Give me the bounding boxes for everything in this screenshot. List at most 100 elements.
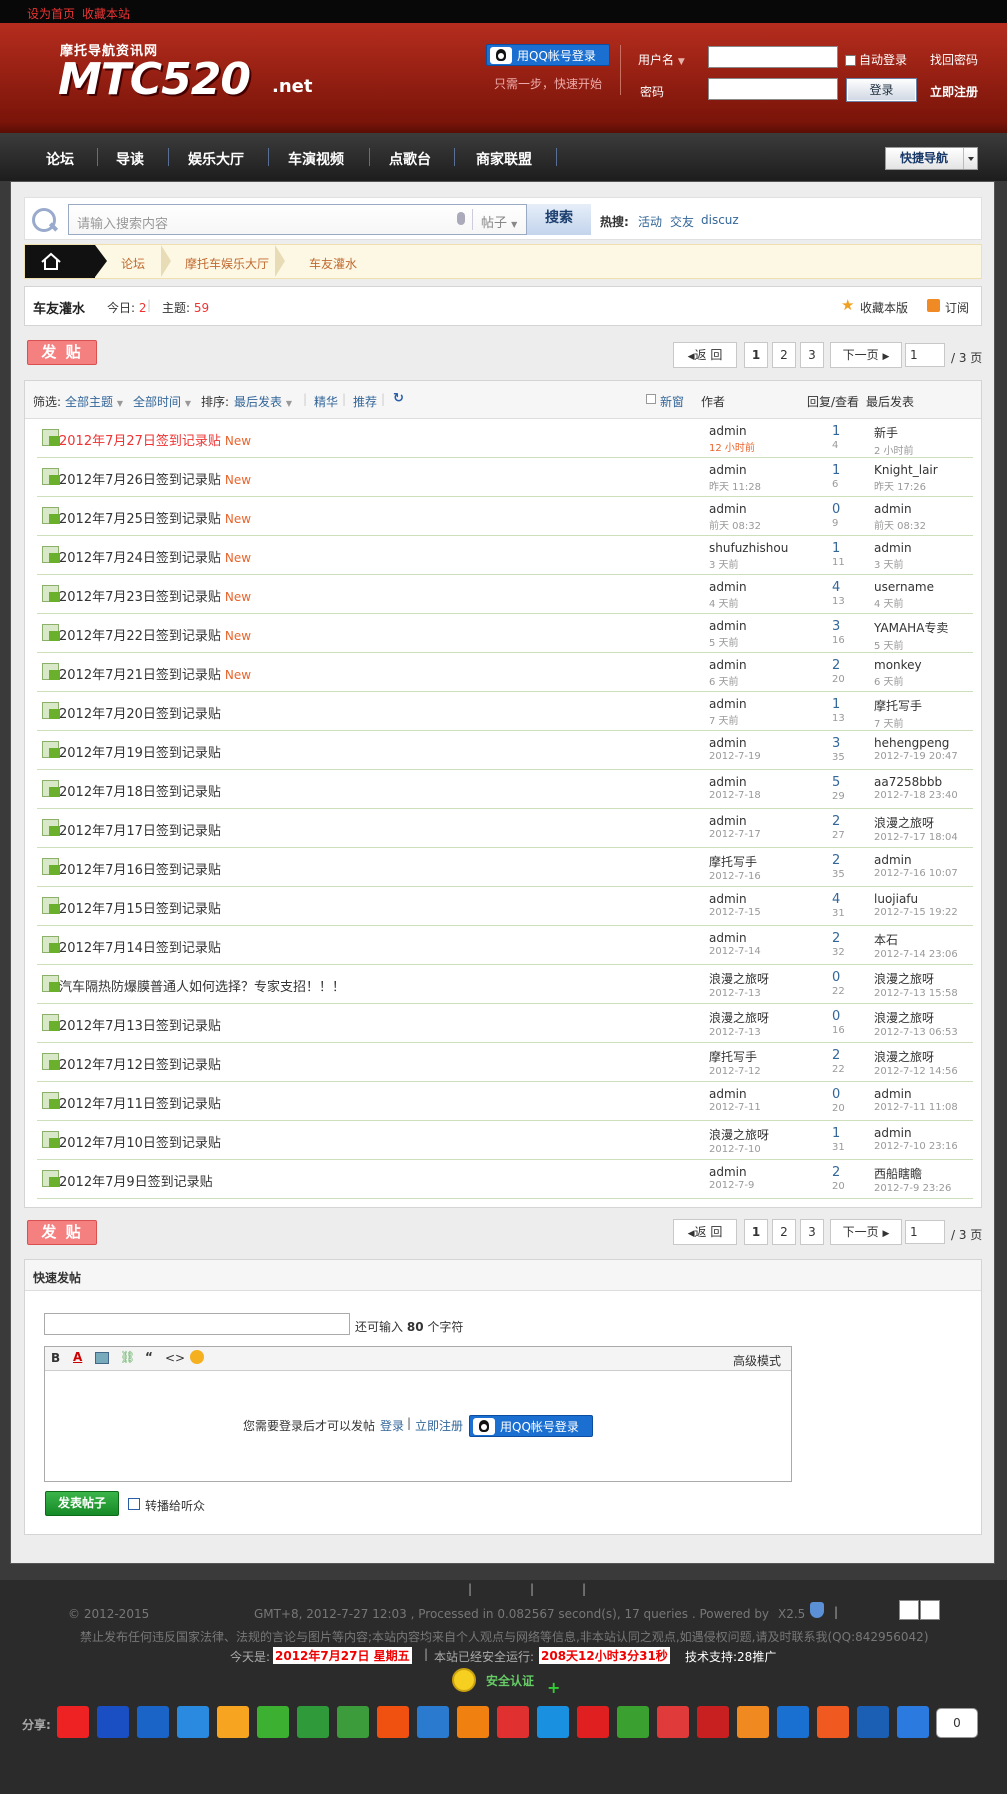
nav-item-entertainment[interactable]: 娱乐大厅 bbox=[188, 149, 244, 169]
reply-count[interactable]: 1 bbox=[832, 1126, 845, 1141]
reply-count[interactable]: 2 bbox=[832, 931, 845, 946]
new-post-button[interactable]: 发 贴 bbox=[27, 340, 97, 365]
thread-title-text[interactable]: 2012年7月11日签到记录贴 bbox=[59, 1097, 221, 1112]
qq-login-button[interactable]: 用QQ帐号登录 bbox=[486, 44, 610, 66]
author-name[interactable]: 浪漫之旅呀 bbox=[709, 1009, 769, 1026]
last-poster[interactable]: Knight_lair bbox=[874, 463, 938, 477]
reply-count[interactable]: 4 bbox=[832, 580, 845, 595]
last-poster[interactable]: luojiafu bbox=[874, 892, 958, 906]
tianya-icon[interactable] bbox=[377, 1706, 409, 1738]
thread-title[interactable]: 2012年7月21日签到记录贴 New bbox=[59, 664, 251, 683]
thread-title-text[interactable]: 2012年7月17日签到记录贴 bbox=[59, 824, 221, 839]
table-row[interactable]: 2012年7月13日签到记录贴 浪漫之旅呀 2012-7-13 0 16 浪漫之旅呀 201… bbox=[37, 1004, 973, 1043]
sina-icon[interactable] bbox=[577, 1706, 609, 1738]
thread-title[interactable]: 2012年7月18日签到记录贴 bbox=[59, 781, 221, 800]
plus-icon[interactable]: + bbox=[547, 1678, 560, 1697]
thread-title-text[interactable]: 2012年7月19日签到记录贴 bbox=[59, 746, 221, 761]
hot-search-link[interactable]: 活动 bbox=[638, 213, 662, 230]
find-password-link[interactable]: 找回密码 bbox=[930, 51, 978, 68]
page-2[interactable]: 2 bbox=[772, 342, 796, 368]
submit-post-button[interactable]: 发表帖子 bbox=[45, 1491, 119, 1516]
filter-recommend[interactable]: 推荐 bbox=[353, 393, 377, 410]
last-poster[interactable]: admin bbox=[874, 1087, 958, 1101]
page-3[interactable]: 3 bbox=[800, 1219, 824, 1245]
last-post-date[interactable]: 2012-7-15 19:22 bbox=[874, 907, 958, 918]
thread-title[interactable]: 2012年7月19日签到记录贴 bbox=[59, 742, 221, 761]
back-button[interactable]: ◀返 回 bbox=[673, 342, 737, 368]
nav-item-songs[interactable]: 点歌台 bbox=[389, 149, 431, 169]
reply-count[interactable]: 1 bbox=[832, 424, 840, 439]
thread-title-text[interactable]: 2012年7月26日签到记录贴 bbox=[59, 473, 221, 488]
thread-title-text[interactable]: 汽车隔热防爆膜普通人如何选择？专家支招！！！ bbox=[59, 980, 345, 995]
table-row[interactable]: 2012年7月24日签到记录贴 New shufuzhishou 3 天前 1 11 adm… bbox=[37, 536, 973, 575]
author-name[interactable]: admin bbox=[709, 658, 747, 672]
last-post-date[interactable]: 2012-7-12 14:56 bbox=[874, 1066, 958, 1077]
thread-title-text[interactable]: 2012年7月15日签到记录贴 bbox=[59, 902, 221, 917]
thread-title[interactable]: 2012年7月23日签到记录贴 New bbox=[59, 586, 251, 605]
reply-count[interactable]: 2 bbox=[832, 1165, 845, 1180]
plus-share-icon[interactable] bbox=[897, 1706, 929, 1738]
author-name[interactable]: admin bbox=[709, 697, 747, 711]
home-button[interactable] bbox=[25, 245, 107, 278]
thread-title-text[interactable]: 2012年7月23日签到记录贴 bbox=[59, 590, 221, 605]
reply-count[interactable]: 0 bbox=[832, 1009, 845, 1024]
author-name[interactable]: 浪漫之旅呀 bbox=[709, 1126, 769, 1143]
author-name[interactable]: admin bbox=[709, 814, 761, 828]
last-poster[interactable]: admin bbox=[874, 1126, 958, 1140]
quick-nav-button[interactable]: 快捷导航 bbox=[885, 147, 978, 170]
stats-icon[interactable] bbox=[920, 1600, 940, 1620]
last-poster[interactable]: 新手 bbox=[874, 424, 914, 441]
thread-title-text[interactable]: 2012年7月13日签到记录贴 bbox=[59, 1019, 221, 1034]
thread-title[interactable]: 2012年7月10日签到记录贴 bbox=[59, 1132, 221, 1151]
last-poster[interactable]: admin bbox=[874, 502, 926, 516]
thread-title[interactable]: 2012年7月26日签到记录贴 New bbox=[59, 469, 251, 488]
table-row[interactable]: 2012年7月22日签到记录贴 New admin 5 天前 3 16 YAMAHA专卖 5 … bbox=[37, 614, 973, 653]
set-home-link[interactable]: 设为首页 bbox=[27, 5, 75, 22]
table-row[interactable]: 2012年7月20日签到记录贴 admin 7 天前 1 13 摩托写手 7 天前 bbox=[37, 692, 973, 731]
author-name[interactable]: admin bbox=[709, 580, 747, 594]
qq-login-button[interactable]: 用QQ帐号登录 bbox=[469, 1415, 593, 1437]
thread-title-text[interactable]: 2012年7月9日签到记录贴 bbox=[59, 1175, 213, 1190]
xiaomi-icon[interactable] bbox=[817, 1706, 849, 1738]
page-1[interactable]: 1 bbox=[744, 1219, 768, 1245]
search-type-select[interactable]: 帖子 ▼ bbox=[481, 212, 517, 231]
t-icon[interactable] bbox=[617, 1706, 649, 1738]
reply-count[interactable]: 2 bbox=[832, 1048, 845, 1063]
douban-icon[interactable] bbox=[337, 1706, 369, 1738]
favorite-forum-link[interactable]: 收藏本版 bbox=[860, 299, 908, 316]
advanced-mode-link[interactable]: 高级模式 bbox=[733, 1352, 781, 1369]
last-poster[interactable]: username bbox=[874, 580, 934, 594]
image-icon[interactable] bbox=[95, 1352, 109, 1364]
thread-title-text[interactable]: 2012年7月10日签到记录贴 bbox=[59, 1136, 221, 1151]
thread-title[interactable]: 2012年7月13日签到记录贴 bbox=[59, 1015, 221, 1034]
reply-count[interactable]: 4 bbox=[832, 892, 845, 907]
table-row[interactable]: 2012年7月26日签到记录贴 New admin 昨天 11:28 1 6 Knight_… bbox=[37, 458, 973, 497]
last-post-date[interactable]: 昨天 17:26 bbox=[874, 478, 938, 493]
thread-title-text[interactable]: 2012年7月24日签到记录贴 bbox=[59, 551, 221, 566]
last-post-date[interactable]: 2012-7-13 06:53 bbox=[874, 1027, 958, 1038]
last-post-date[interactable]: 前天 08:32 bbox=[874, 517, 926, 532]
thread-title-text[interactable]: 2012年7月12日签到记录贴 bbox=[59, 1058, 221, 1073]
last-poster[interactable]: 浪漫之旅呀 bbox=[874, 970, 958, 987]
reply-count[interactable]: 0 bbox=[832, 970, 845, 985]
thread-title-text[interactable]: 2012年7月25日签到记录贴 bbox=[59, 512, 221, 527]
kaixin-icon[interactable] bbox=[257, 1706, 289, 1738]
author-name[interactable]: 摩托写手 bbox=[709, 853, 761, 870]
cnzz-icon[interactable] bbox=[899, 1600, 919, 1620]
nav-item-guide[interactable]: 导读 bbox=[116, 149, 144, 169]
renren-icon[interactable] bbox=[137, 1706, 169, 1738]
last-poster[interactable]: admin bbox=[874, 541, 912, 555]
thread-title-text[interactable]: 2012年7月20日签到记录贴 bbox=[59, 707, 221, 722]
author-name[interactable]: admin bbox=[709, 931, 761, 945]
editor-register-link[interactable]: 立即注册 bbox=[415, 1417, 463, 1434]
bookmark-link[interactable]: 收藏本站 bbox=[82, 5, 130, 22]
author-name[interactable]: admin bbox=[709, 892, 761, 906]
microphone-icon[interactable] bbox=[457, 212, 465, 225]
reply-count[interactable]: 3 bbox=[832, 619, 845, 634]
page-3[interactable]: 3 bbox=[800, 342, 824, 368]
link-icon[interactable]: ⛓ bbox=[120, 1350, 135, 1364]
thread-title[interactable]: 2012年7月11日签到记录贴 bbox=[59, 1093, 221, 1112]
login-button[interactable]: 登录 bbox=[846, 78, 917, 102]
search-input[interactable]: 请输入搜索内容 帖子 ▼ bbox=[68, 204, 591, 235]
fan-icon[interactable] bbox=[777, 1706, 809, 1738]
